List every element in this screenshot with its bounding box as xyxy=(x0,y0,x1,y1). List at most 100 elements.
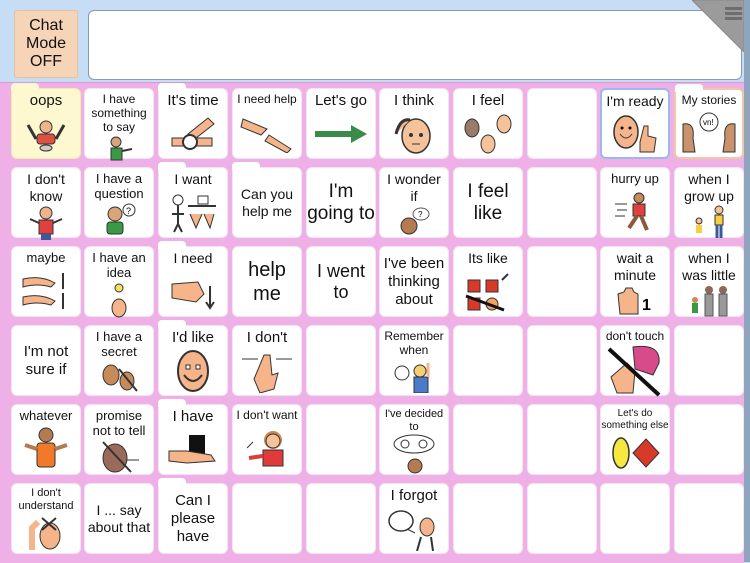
symbol-label: I need xyxy=(173,250,213,266)
symbol-label: oops xyxy=(29,92,63,109)
symbol-label: don't touch xyxy=(605,329,665,343)
empty-cell[interactable] xyxy=(527,246,597,317)
symbol-button-when-i-was-little[interactable]: when I was little xyxy=(674,246,744,317)
symbol-label: I forgot xyxy=(390,487,438,504)
empty-cell[interactable] xyxy=(306,483,376,554)
symbol-button-i-have[interactable]: I have xyxy=(158,399,228,475)
symbol-button-i-ve-been-thinking-about[interactable]: I've been thinking about xyxy=(379,246,449,317)
symbol-button-can-i-please-have[interactable]: Can I please have xyxy=(158,478,228,554)
balance-hands-icon xyxy=(12,265,80,316)
wonder-head-icon: ? xyxy=(380,205,448,237)
symbol-button-can-you-help-me[interactable]: Can you help me xyxy=(232,162,302,238)
empty-cell[interactable] xyxy=(453,325,523,396)
symbol-button-i-m-going-to[interactable]: I'm going to xyxy=(306,167,376,238)
svg-text:vn!: vn! xyxy=(703,118,714,127)
symbol-label: I'm going to xyxy=(307,180,375,224)
empty-cell[interactable] xyxy=(527,88,597,159)
symbol-label: I need help xyxy=(237,92,297,106)
symbol-button-remember-when[interactable]: Remember when xyxy=(379,325,449,396)
symbol-button-i-ve-decided-to[interactable]: I've decided to xyxy=(379,404,449,475)
symbol-label: It's time xyxy=(167,92,219,109)
menu-corner-button[interactable] xyxy=(692,0,744,52)
symbol-label: I've been thinking about xyxy=(383,254,445,308)
symbol-button-maybe[interactable]: maybe xyxy=(11,246,81,317)
person-pointing-icon xyxy=(85,134,153,162)
empty-cell[interactable] xyxy=(306,404,376,475)
symbol-button-i-have-something-to-say[interactable]: I have something to say xyxy=(84,88,154,162)
symbol-button-i-don-t-understand[interactable]: I don't understand xyxy=(11,483,81,554)
symbol-button-i-went-to[interactable]: I went to xyxy=(306,246,376,317)
symbol-button-i-m-ready[interactable]: I'm ready xyxy=(600,88,670,159)
symbol-button-i-want[interactable]: I want xyxy=(158,162,228,238)
symbol-grid: oops I have something to say It's time I ne… xyxy=(0,82,744,563)
symbol-button-it-s-time[interactable]: It's time xyxy=(158,83,228,159)
symbol-label: I went to xyxy=(316,260,366,302)
symbol-button-i-don-t[interactable]: I don't xyxy=(232,325,302,396)
squares-like-icon xyxy=(454,267,522,316)
decide-head-icon xyxy=(380,434,448,476)
empty-cell[interactable] xyxy=(453,404,523,475)
symbol-button-i-have-a-question[interactable]: I have a question? xyxy=(84,167,154,238)
symbol-button-i-say-about-that[interactable]: I ... say about that xyxy=(84,483,154,554)
symbol-label: I want xyxy=(174,171,212,187)
symbol-button-my-stories[interactable]: My stories vn! xyxy=(674,84,744,159)
symbol-button-don-t-touch[interactable]: don't touch xyxy=(600,325,670,397)
empty-cell[interactable] xyxy=(232,483,302,554)
symbol-button-i-have-a-secret[interactable]: I have a secret xyxy=(84,325,154,396)
girl-refusing-icon xyxy=(233,422,301,474)
symbol-button-its-like[interactable]: Its like xyxy=(453,246,523,317)
symbol-button-i-wonder-if[interactable]: I wonder if? xyxy=(379,167,449,238)
symbol-button-whatever[interactable]: whatever xyxy=(11,404,81,475)
empty-cell[interactable] xyxy=(674,325,744,396)
empty-cell[interactable] xyxy=(306,325,376,396)
empty-cell[interactable] xyxy=(527,167,597,238)
no-tell-face-icon xyxy=(85,438,153,474)
symbol-button-i-feel[interactable]: I feel xyxy=(453,88,523,159)
symbol-button-i-forgot[interactable]: I forgot xyxy=(379,483,449,554)
symbol-label: Let's go xyxy=(314,92,368,109)
symbol-button-help-me[interactable]: help me xyxy=(232,246,302,317)
empty-cell[interactable] xyxy=(527,483,597,554)
message-bar[interactable] xyxy=(88,10,742,80)
oval-diamond-icon xyxy=(601,432,669,474)
thinking-head-icon xyxy=(380,110,448,158)
chat-mode-toggle-button[interactable]: Chat Mode OFF xyxy=(14,10,78,78)
symbol-button-i-think[interactable]: I think xyxy=(379,88,449,159)
symbol-button-promise-not-to-tell[interactable]: promise not to tell xyxy=(84,404,154,475)
empty-cell[interactable] xyxy=(453,483,523,554)
empty-cell[interactable] xyxy=(527,325,597,396)
symbol-button-i-need[interactable]: I need xyxy=(158,241,228,317)
symbol-button-when-i-grow-up[interactable]: when I grow up xyxy=(674,167,744,238)
symbol-label: when I grow up xyxy=(684,171,734,204)
symbol-label: Let's do something else xyxy=(601,408,669,431)
symbol-label: hurry up xyxy=(611,171,659,186)
symbol-button-let-s-go[interactable]: Let's go xyxy=(306,88,376,159)
empty-cell[interactable] xyxy=(674,404,744,475)
symbol-button-i-have-an-idea[interactable]: I have an idea xyxy=(84,246,154,318)
symbol-button-oops[interactable]: oops xyxy=(11,83,81,159)
remember-girl-icon xyxy=(380,357,448,395)
symbol-label: My stories xyxy=(681,93,737,107)
symbol-label: I'm ready xyxy=(606,93,664,109)
empty-cell[interactable] xyxy=(674,483,744,554)
symbol-button-i-feel-like[interactable]: I feel like xyxy=(453,167,523,238)
symbol-label: I have xyxy=(172,408,214,425)
finger-no-icon xyxy=(233,347,301,395)
svg-text:?: ? xyxy=(418,210,423,219)
no-touch-icon xyxy=(601,343,669,397)
symbol-label: I've decided to xyxy=(384,408,444,433)
empty-cell[interactable] xyxy=(600,483,670,554)
symbol-button-i-d-like[interactable]: I'd like xyxy=(158,320,228,396)
symbol-button-hurry-up[interactable]: hurry up xyxy=(600,167,670,238)
symbol-label: I'd like xyxy=(171,329,215,346)
symbol-button-i-need-help[interactable]: I need help xyxy=(232,88,302,159)
symbol-button-let-s-do-something-else[interactable]: Let's do something else xyxy=(600,404,670,475)
symbol-button-wait-a-minute[interactable]: wait a minute 1 xyxy=(600,246,670,317)
family-group-icon xyxy=(675,284,743,318)
symbol-button-i-don-t-want[interactable]: I don't want xyxy=(232,404,302,475)
empty-cell[interactable] xyxy=(527,404,597,475)
confused-face-icon xyxy=(12,513,80,553)
symbol-button-i-m-not-sure-if[interactable]: I'm not sure if xyxy=(11,325,81,396)
symbol-button-i-don-t-know[interactable]: I don't know xyxy=(11,167,81,240)
forgot-person-icon xyxy=(380,505,448,553)
